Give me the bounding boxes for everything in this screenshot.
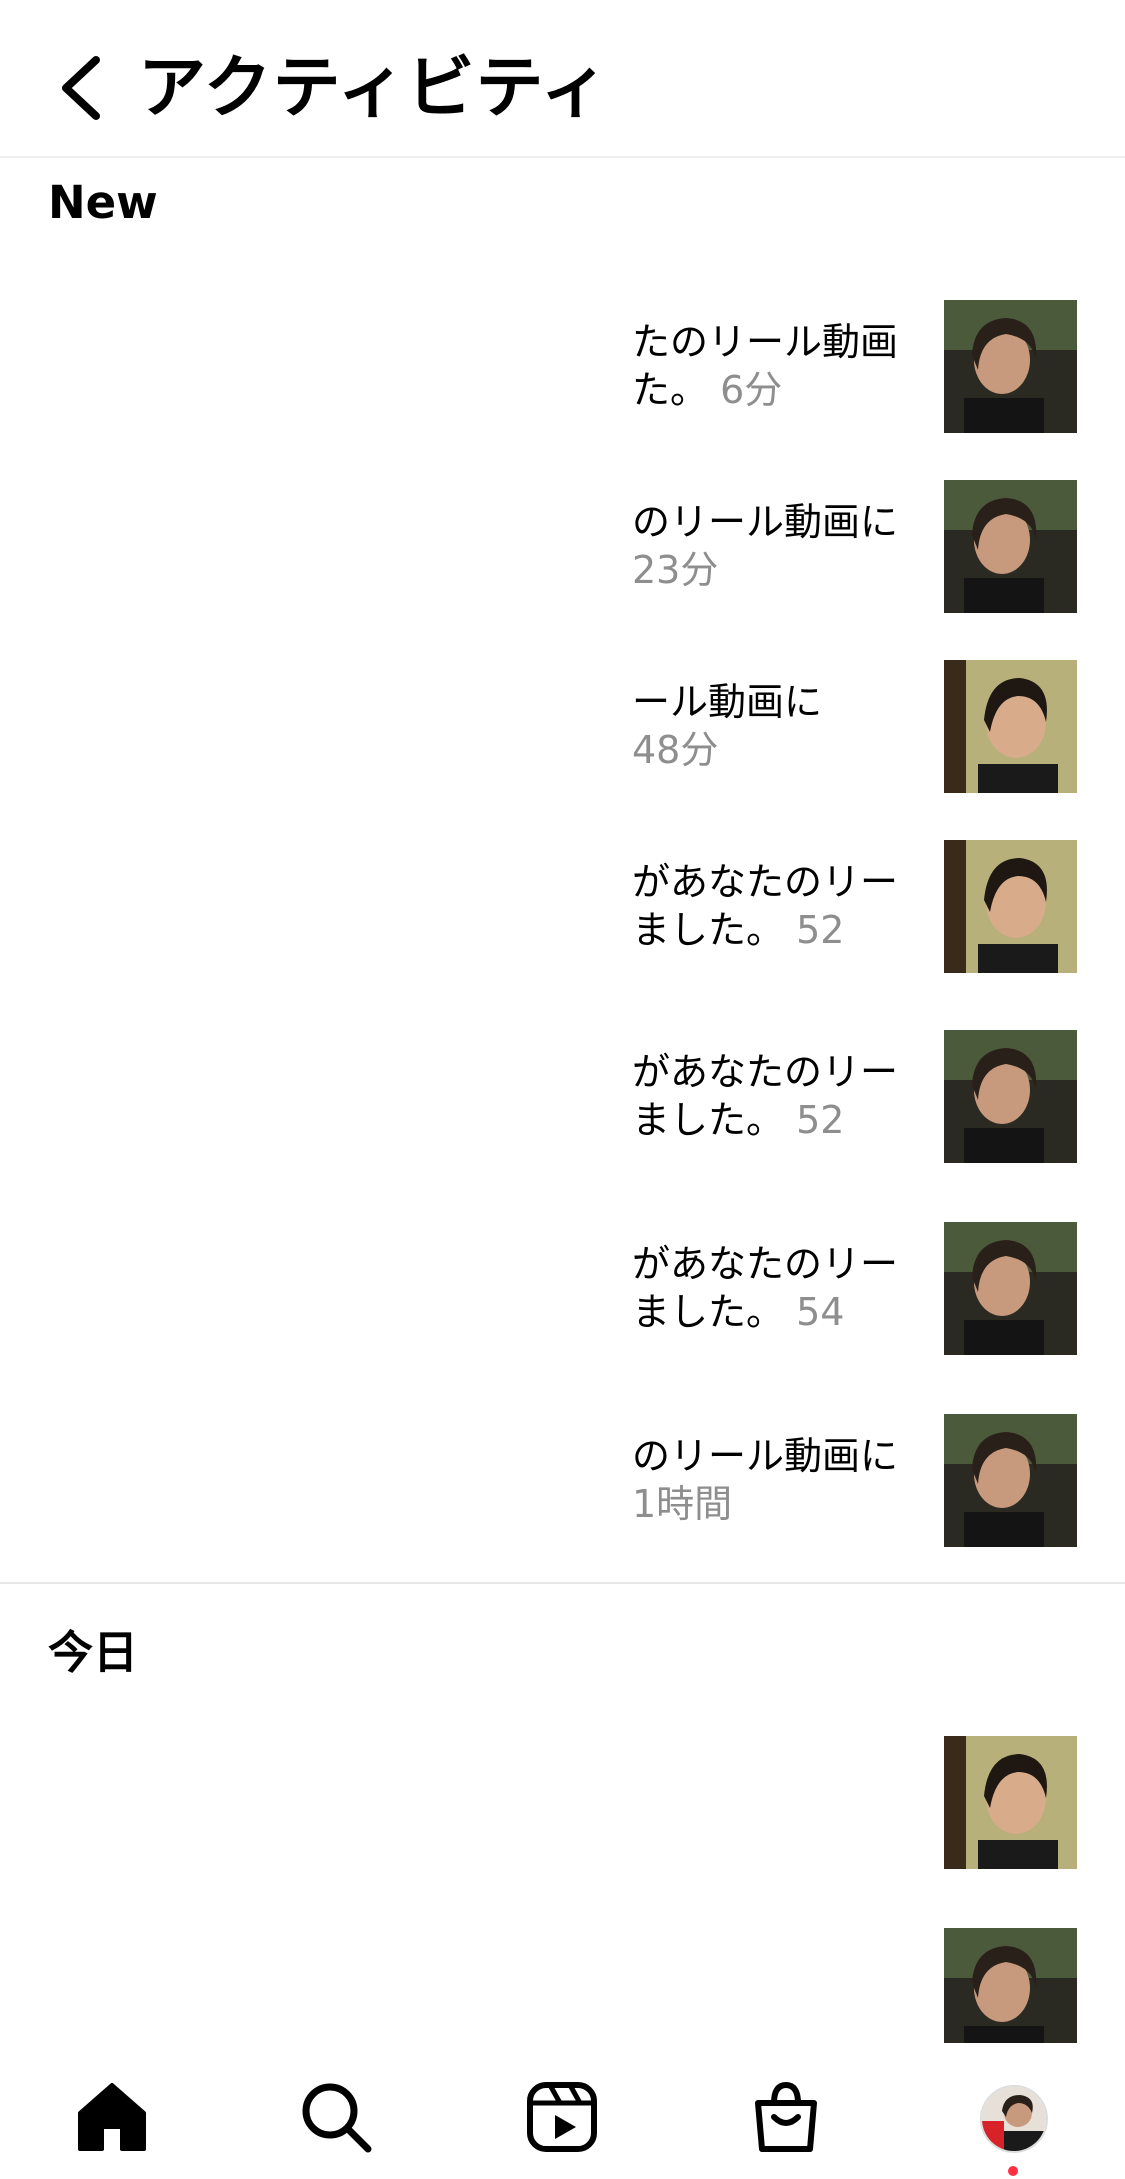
home-icon[interactable] [72, 2077, 152, 2157]
activity-row[interactable]: のリール動画に 23分 [0, 480, 1125, 615]
activity-text: のリール動画に 23分 [632, 500, 899, 592]
back-arrow-icon[interactable] [50, 48, 120, 128]
reel-thumbnail[interactable] [944, 1414, 1077, 1547]
activity-row[interactable] [0, 1736, 1125, 1871]
activity-text: のリール動画に 1時間 [632, 1434, 899, 1526]
section-label-new: New [48, 176, 158, 229]
reel-thumbnail[interactable] [944, 840, 1077, 973]
section-divider [0, 1582, 1125, 1584]
activity-text: があなたのリー ました。 54 [632, 1242, 899, 1334]
reel-thumbnail[interactable] [944, 660, 1077, 793]
activity-row[interactable]: たのリール動画 た。 6分 [0, 300, 1125, 435]
section-label-today: 今日 [48, 1626, 139, 1679]
reel-thumbnail[interactable] [944, 300, 1077, 433]
reel-thumbnail[interactable] [944, 1030, 1077, 1163]
shop-icon[interactable] [746, 2077, 826, 2157]
activity-row[interactable]: ール動画に 48分 [0, 660, 1125, 795]
bottom-tab-bar [0, 2043, 1125, 2179]
reel-thumbnail[interactable] [944, 480, 1077, 613]
activity-row[interactable]: があなたのリー ました。 52 [0, 1030, 1125, 1165]
activity-text: たのリール動画 た。 6分 [632, 320, 899, 412]
page-title: アクティビティ [138, 49, 610, 128]
activity-row[interactable]: があなたのリー ました。 54 [0, 1222, 1125, 1357]
activity-text: があなたのリー ました。 52 [632, 860, 899, 952]
activity-text: ール動画に 48分 [632, 680, 823, 772]
reel-thumbnail[interactable] [944, 1928, 1077, 2043]
profile-avatar[interactable] [980, 2085, 1048, 2153]
reels-icon[interactable] [522, 2077, 602, 2157]
top-bar: アクティビティ [0, 0, 1125, 158]
reel-thumbnail[interactable] [944, 1222, 1077, 1355]
activity-row[interactable]: があなたのリー ました。 52 [0, 840, 1125, 975]
notification-dot [1008, 2166, 1018, 2176]
search-icon[interactable] [296, 2077, 376, 2157]
activity-text: があなたのリー ました。 52 [632, 1050, 899, 1142]
reel-thumbnail[interactable] [944, 1736, 1077, 1869]
activity-row[interactable]: のリール動画に 1時間 [0, 1414, 1125, 1549]
